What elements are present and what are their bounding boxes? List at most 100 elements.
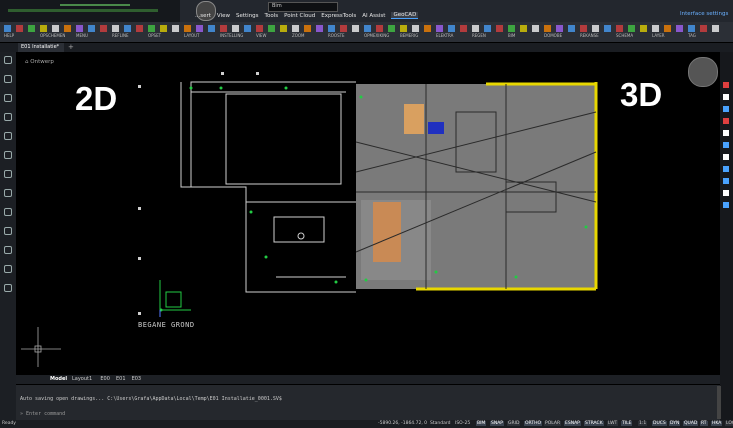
right-tool-icon[interactable] <box>723 202 729 208</box>
file-tab[interactable]: E01 Installatie* × <box>18 43 64 59</box>
ribbon-tool-icon[interactable] <box>352 25 359 32</box>
ribbon-tool-icon[interactable] <box>160 25 167 32</box>
ribbon-tool-icon[interactable] <box>208 25 215 32</box>
status-toggle-ortho[interactable]: ORTHO <box>524 421 543 426</box>
ribbon-tool-icon[interactable] <box>496 25 503 32</box>
status-toggle-bim[interactable]: BIM <box>476 421 487 426</box>
ribbon-tool-icon[interactable] <box>232 25 239 32</box>
ribbon-tool-icon[interactable] <box>52 25 59 32</box>
left-tool-icon[interactable] <box>4 189 12 197</box>
left-tool-icon[interactable] <box>4 151 12 159</box>
menu-item-geocad[interactable]: GeoCAD <box>391 12 419 19</box>
left-tool-icon[interactable] <box>4 246 12 254</box>
right-tool-icon[interactable] <box>723 190 729 196</box>
left-tool-icon[interactable] <box>4 170 12 178</box>
status-toggle-snap[interactable]: SNAP <box>490 421 505 426</box>
ribbon-tool-icon[interactable] <box>472 25 479 32</box>
ribbon-tool-icon[interactable] <box>676 25 683 32</box>
ribbon-tool-icon[interactable] <box>652 25 659 32</box>
ribbon-tool-icon[interactable] <box>28 25 35 32</box>
ribbon-tool-icon[interactable] <box>76 25 83 32</box>
status-toggle-lockui[interactable]: LOCKUI <box>725 421 733 426</box>
ribbon-tool-icon[interactable] <box>508 25 515 32</box>
ribbon-tool-icon[interactable] <box>112 25 119 32</box>
ribbon-tool-icon[interactable] <box>616 25 623 32</box>
command-input[interactable]: » Enter command <box>20 411 65 417</box>
breadcrumb[interactable]: ⌂ Ontwerp <box>25 59 54 65</box>
status-toggle-grid[interactable]: GRID <box>507 421 521 426</box>
menu-item-settings[interactable]: Settings <box>236 13 259 19</box>
menu-item-ai-assist[interactable]: AI Assist <box>362 13 385 19</box>
menu-item-view[interactable]: View <box>217 13 230 19</box>
ribbon-tool-icon[interactable] <box>448 25 455 32</box>
ribbon-tool-icon[interactable] <box>484 25 491 32</box>
left-tool-icon[interactable] <box>4 132 12 140</box>
menu-item-tools[interactable]: Tools <box>265 13 279 19</box>
status-toggle-ducs[interactable]: DUCS <box>652 421 667 426</box>
ribbon-tool-icon[interactable] <box>712 25 719 32</box>
ribbon-tool-icon[interactable] <box>688 25 695 32</box>
menu-item-expresstools[interactable]: ExpressTools <box>321 13 356 19</box>
status-toggle-dyn[interactable]: DYN <box>669 421 681 426</box>
menu-item--sert[interactable]: ...sert <box>195 13 211 19</box>
ribbon-tool-icon[interactable] <box>532 25 539 32</box>
right-tool-icon[interactable] <box>723 82 729 88</box>
ribbon-tool-icon[interactable] <box>220 25 227 32</box>
menu-item-point-cloud[interactable]: Point Cloud <box>284 13 315 19</box>
ribbon-tool-icon[interactable] <box>148 25 155 32</box>
right-tool-icon[interactable] <box>723 106 729 112</box>
ribbon-tool-icon[interactable] <box>88 25 95 32</box>
status-toggle-1-1[interactable]: 1:1 <box>638 421 648 426</box>
ribbon-tool-icon[interactable] <box>592 25 599 32</box>
status-toggle-hka[interactable]: HKA <box>711 421 723 426</box>
ribbon-tool-icon[interactable] <box>544 25 551 32</box>
ribbon-tool-icon[interactable] <box>460 25 467 32</box>
ribbon-tool-icon[interactable] <box>628 25 635 32</box>
layout-tab-e00[interactable]: E00 <box>100 376 110 382</box>
status-toggle-tile[interactable]: TILE <box>621 421 633 426</box>
left-tool-icon[interactable] <box>4 265 12 273</box>
layout-tab-e01[interactable]: E01 <box>116 376 126 382</box>
command-scrollbar[interactable] <box>717 386 721 419</box>
ribbon-tool-icon[interactable] <box>640 25 647 32</box>
ribbon-tool-icon[interactable] <box>244 25 251 32</box>
left-tool-icon[interactable] <box>4 113 12 121</box>
right-tool-icon[interactable] <box>723 166 729 172</box>
status-toggle-quad[interactable]: QUAD <box>683 421 699 426</box>
left-tool-icon[interactable] <box>4 227 12 235</box>
ribbon-tool-icon[interactable] <box>316 25 323 32</box>
ribbon-tool-icon[interactable] <box>16 25 23 32</box>
ribbon-tool-icon[interactable] <box>196 25 203 32</box>
left-tool-icon[interactable] <box>4 75 12 83</box>
ribbon-tool-icon[interactable] <box>580 25 587 32</box>
ribbon-tool-icon[interactable] <box>364 25 371 32</box>
ribbon-tool-icon[interactable] <box>184 25 191 32</box>
drawing-canvas[interactable] <box>16 52 720 374</box>
right-tool-icon[interactable] <box>723 118 729 124</box>
add-tab-icon[interactable]: + <box>68 43 74 52</box>
right-tool-icon[interactable] <box>723 178 729 184</box>
ribbon-tool-icon[interactable] <box>520 25 527 32</box>
layout-tab-e03[interactable]: E03 <box>132 376 142 382</box>
interface-settings-link[interactable]: Interface settings <box>680 11 728 17</box>
ribbon-tool-icon[interactable] <box>556 25 563 32</box>
status-toggle-strack[interactable]: STRACK <box>584 421 604 426</box>
ribbon-tool-icon[interactable] <box>280 25 287 32</box>
ribbon-tool-icon[interactable] <box>328 25 335 32</box>
ribbon-tool-icon[interactable] <box>340 25 347 32</box>
ribbon-tool-icon[interactable] <box>40 25 47 32</box>
layout-tab-layout1[interactable]: Layout1 <box>72 376 92 382</box>
ribbon-tool-icon[interactable] <box>64 25 71 32</box>
ribbon-tool-icon[interactable] <box>4 25 11 32</box>
ribbon-tool-icon[interactable] <box>124 25 131 32</box>
ribbon-tool-icon[interactable] <box>664 25 671 32</box>
ribbon-tool-icon[interactable] <box>268 25 275 32</box>
status-toggle-esnap[interactable]: ESNAP <box>564 421 581 426</box>
ribbon-tool-icon[interactable] <box>292 25 299 32</box>
ribbon-tool-icon[interactable] <box>136 25 143 32</box>
status-toggle-rt[interactable]: RT <box>700 421 708 426</box>
right-tool-icon[interactable] <box>723 154 729 160</box>
ribbon-tool-icon[interactable] <box>568 25 575 32</box>
ribbon-tool-icon[interactable] <box>400 25 407 32</box>
ribbon-tool-icon[interactable] <box>376 25 383 32</box>
